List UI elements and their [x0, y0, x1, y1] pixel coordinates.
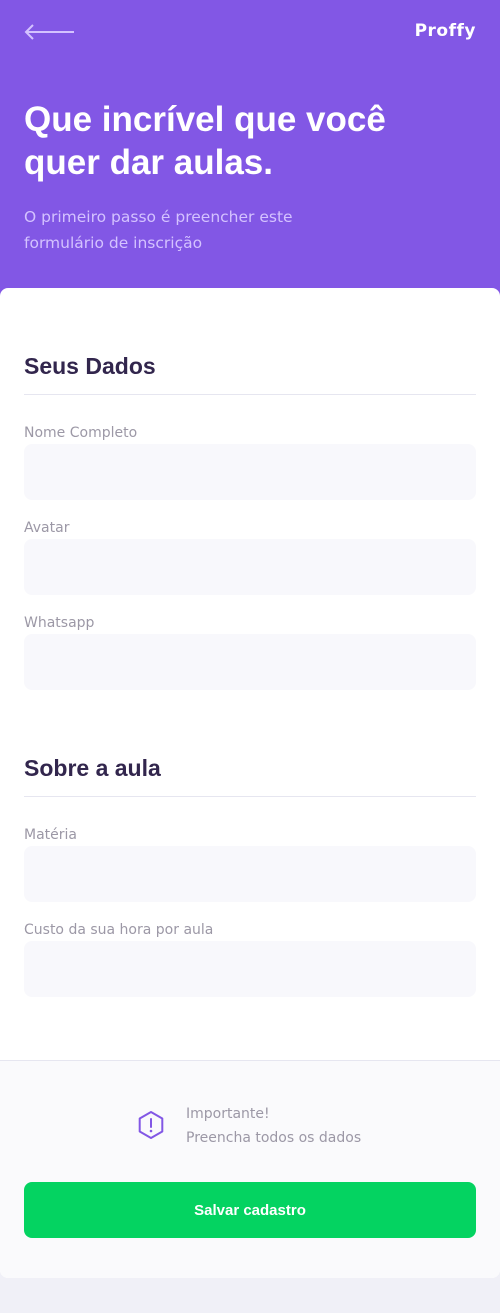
custo-input[interactable] [24, 941, 476, 997]
section-divider [24, 796, 476, 797]
field-label-avatar: Avatar [24, 520, 70, 536]
nome-completo-input[interactable] [24, 444, 476, 500]
avatar-input[interactable] [24, 539, 476, 595]
page-header: Proffy Que incrível que você quer dar au… [0, 0, 500, 300]
field-label-nome-completo: Nome Completo [24, 425, 138, 441]
warning-title: Importante! [186, 1106, 270, 1122]
section-legend-seus-dados: Seus Dados [24, 353, 156, 379]
back-arrow-icon[interactable] [24, 20, 76, 44]
page-title: Que incrível que você quer dar aulas. [24, 100, 386, 182]
field-label-whatsapp: Whatsapp [24, 615, 95, 631]
warning-text: Preencha todos os dados [186, 1130, 362, 1146]
page-subtitle: O primeiro passo é preencher este formul… [24, 208, 293, 252]
warning-icon [138, 1111, 164, 1139]
teacher-form: Seus Dados Nome Completo Avatar Whatsapp… [0, 288, 500, 1278]
section-legend-sobre-a-aula: Sobre a aula [24, 755, 161, 781]
materia-input[interactable] [24, 846, 476, 902]
proffy-logo: Proffy [414, 21, 476, 41]
section-divider [24, 394, 476, 395]
whatsapp-input[interactable] [24, 634, 476, 690]
save-button[interactable]: Salvar cadastro [24, 1182, 476, 1238]
form-footer: Importante! Preencha todos os dados Salv… [0, 1060, 500, 1278]
field-label-custo: Custo da sua hora por aula [24, 922, 214, 938]
field-label-materia: Matéria [24, 827, 77, 843]
